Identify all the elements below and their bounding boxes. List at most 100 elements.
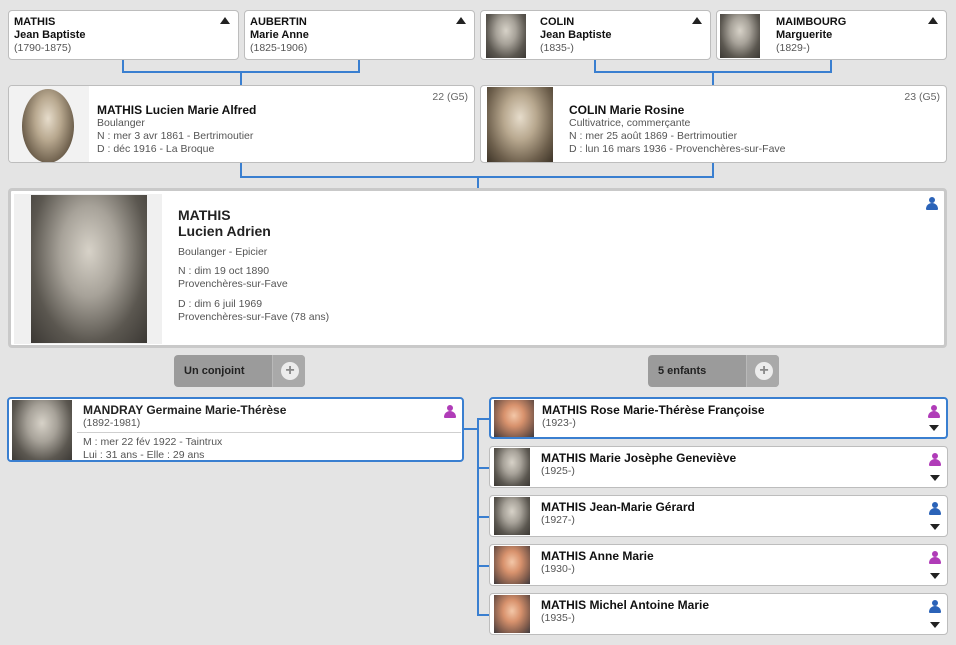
child-name: MATHIS Jean-Marie Gérard [541, 500, 695, 514]
plus-icon: + [755, 362, 773, 380]
grandparent-surname: AUBERTIN [250, 16, 307, 28]
expand-up-icon[interactable] [220, 17, 230, 24]
father-occupation: Boulanger [97, 117, 145, 129]
main-birth-place: Provenchères-sur-Fave [178, 278, 288, 290]
child-name: MATHIS Michel Antoine Marie [541, 598, 710, 612]
child-photo [494, 546, 530, 584]
grandparent-given: Jean Baptiste [540, 29, 612, 41]
children-button[interactable]: 5 enfants + [648, 355, 779, 387]
grandparent-surname: COLIN [540, 16, 575, 28]
father-name: MATHIS Lucien Marie Alfred [97, 103, 257, 117]
child-name: MATHIS Marie Josèphe Geneviève [541, 451, 737, 465]
expand-down-icon[interactable] [930, 573, 940, 579]
connector-line [712, 163, 714, 177]
marriage-info: M : mer 22 fév 1922 - Taintrux [83, 436, 223, 448]
male-person-icon[interactable] [926, 197, 938, 210]
add-spouse-button[interactable]: + [272, 355, 305, 387]
connector-line [464, 428, 478, 430]
connector-line [240, 71, 242, 85]
child-card[interactable]: MATHIS Michel Antoine Marie (1935-) [489, 593, 948, 635]
mother-death: D : lun 16 mars 1936 - Provenchères-sur-… [569, 143, 786, 155]
main-death-date: D : dim 6 juil 1969 [178, 298, 263, 310]
child-photo [494, 448, 530, 486]
grandparent-card-1[interactable]: MATHIS Jean Baptiste (1790-1875) [8, 10, 239, 60]
child-photo [494, 595, 530, 633]
child-card[interactable]: MATHIS Rose Marie-Thérèse Françoise (192… [489, 397, 948, 439]
divider [77, 432, 461, 433]
expand-up-icon[interactable] [456, 17, 466, 24]
spouse-dates: (1892-1981) [83, 417, 141, 429]
father-birth: N : mer 3 avr 1861 - Bertrimoutier [97, 130, 254, 142]
grandparent-dates: (1825-1906) [250, 42, 308, 54]
main-death-place: Provenchères-sur-Fave [178, 311, 288, 323]
connector-line [477, 516, 489, 518]
mother-birth: N : mer 25 août 1869 - Bertrimoutier [569, 130, 738, 142]
child-dates: (1925-) [541, 465, 575, 477]
main-person-card: MATHIS Lucien Adrien Boulanger - Epicier… [8, 188, 947, 348]
main-occupation: Boulanger - Epicier [178, 246, 268, 258]
expand-up-icon[interactable] [692, 17, 702, 24]
generation-number: 22 (G5) [432, 91, 468, 103]
spouse-photo [12, 400, 72, 460]
grandparent-dates: (1829-) [776, 42, 810, 54]
child-photo [494, 400, 534, 437]
female-person-icon[interactable] [928, 405, 940, 418]
grandparent-surname: MATHIS [14, 16, 56, 28]
child-dates: (1927-) [541, 514, 575, 526]
expand-down-icon[interactable] [930, 524, 940, 530]
father-photo [22, 89, 74, 162]
connector-line [477, 565, 489, 567]
spouses-button[interactable]: Un conjoint + [174, 355, 305, 387]
child-photo [494, 497, 530, 535]
connector-line [477, 176, 479, 188]
main-age: (78 ans) [290, 311, 330, 323]
grandparent-dates: (1790-1875) [14, 42, 72, 54]
main-given-name: Lucien Adrien [178, 223, 271, 239]
main-birth-date: N : dim 19 oct 1890 [178, 265, 270, 277]
child-dates: (1930-) [541, 563, 575, 575]
expand-down-icon[interactable] [929, 425, 939, 431]
expand-down-icon[interactable] [930, 622, 940, 628]
grandparent-photo [486, 14, 526, 58]
child-name: MATHIS Anne Marie [541, 549, 654, 563]
child-card[interactable]: MATHIS Jean-Marie Gérard (1927-) [489, 495, 948, 537]
child-card[interactable]: MATHIS Anne Marie (1930-) [489, 544, 948, 586]
expand-down-icon[interactable] [930, 475, 940, 481]
mother-occupation: Cultivatrice, commerçante [569, 117, 691, 129]
add-child-button[interactable]: + [746, 355, 779, 387]
female-person-icon[interactable] [929, 551, 941, 564]
father-death: D : déc 1916 - La Broque [97, 143, 215, 155]
connector-line [477, 467, 489, 469]
grandparent-card-4[interactable]: MAIMBOURG Marguerite (1829-) [716, 10, 947, 60]
grandparent-given: Marguerite [776, 29, 833, 41]
male-person-icon[interactable] [929, 600, 941, 613]
grandparent-card-3[interactable]: COLIN Jean Baptiste (1835-) [480, 10, 711, 60]
mother-photo [487, 87, 553, 162]
mother-card[interactable]: 23 (G5) COLIN Marie Rosine Cultivatrice,… [480, 85, 947, 163]
grandparent-given: Marie Anne [250, 29, 309, 41]
father-card[interactable]: 22 (G5) MATHIS Lucien Marie Alfred Boula… [8, 85, 475, 163]
main-person-photo [31, 195, 147, 343]
grandparent-card-2[interactable]: AUBERTIN Marie Anne (1825-1906) [244, 10, 475, 60]
female-person-icon[interactable] [444, 405, 456, 418]
child-name: MATHIS Rose Marie-Thérèse Françoise [542, 403, 765, 417]
children-button-label: 5 enfants [658, 365, 707, 377]
plus-icon: + [281, 362, 299, 380]
marriage-ages: Lui : 31 ans - Elle : 29 ans [83, 449, 205, 461]
child-dates: (1923-) [542, 417, 576, 429]
spouses-button-label: Un conjoint [184, 365, 245, 377]
child-card[interactable]: MATHIS Marie Josèphe Geneviève (1925-) [489, 446, 948, 488]
generation-number: 23 (G5) [904, 91, 940, 103]
spouse-card[interactable]: MANDRAY Germaine Marie-Thérèse (1892-198… [7, 397, 464, 462]
connector-line [477, 614, 489, 616]
connector-line [712, 71, 714, 85]
mother-name: COLIN Marie Rosine [569, 103, 685, 117]
connector-line [477, 418, 489, 420]
main-surname: MATHIS [178, 207, 231, 223]
female-person-icon[interactable] [929, 453, 941, 466]
connector-line [240, 163, 242, 177]
grandparent-photo [720, 14, 760, 58]
male-person-icon[interactable] [929, 502, 941, 515]
expand-up-icon[interactable] [928, 17, 938, 24]
grandparent-dates: (1835-) [540, 42, 574, 54]
